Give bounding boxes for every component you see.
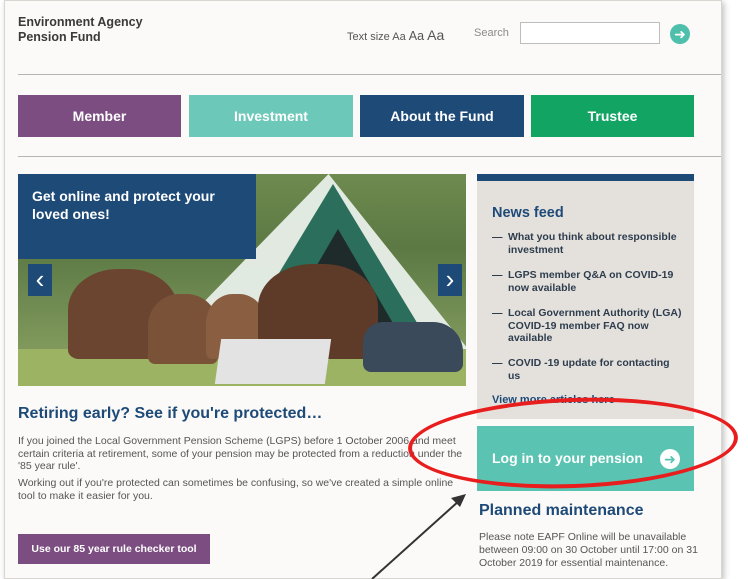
news-item-text[interactable]: LGPS member Q&A on COVID-19 now availabl… [508,269,683,294]
carousel-next-chevron-icon[interactable]: › [438,264,462,296]
text-size-large[interactable]: Aa [427,27,444,43]
nav-member[interactable]: Member [18,95,181,137]
maintenance-title: Planned maintenance [479,502,644,519]
text-size-small[interactable]: Aa [392,31,405,43]
hero-caption[interactable]: Get online and protect your loved ones! [18,174,256,259]
logo-line-1: Environment Agency [18,15,143,29]
article-paragraph: Working out if you're protected can some… [18,477,454,502]
85-year-rule-checker-button[interactable]: Use our 85 year rule checker tool [18,534,210,564]
text-size-medium[interactable]: Aa [409,29,424,43]
text-size-control: Text size Aa Aa Aa [347,27,444,43]
article-title[interactable]: Retiring early? See if you're protected… [18,405,322,423]
hero-image-bag [363,322,463,372]
dash-icon: — [492,357,503,369]
page: Environment Agency Pension Fund Text siz… [4,0,722,579]
hero-carousel[interactable]: Get online and protect your loved ones! … [18,174,466,386]
dash-icon: — [492,231,503,243]
logo-line-2: Pension Fund [18,30,101,44]
dash-icon: — [492,269,503,281]
text-size-label: Text size [347,31,390,43]
news-item-text[interactable]: Local Government Authority (LGA) COVID-1… [508,307,683,345]
nav-investment[interactable]: Investment [189,95,353,137]
divider [18,156,721,157]
divider [18,74,721,75]
search-label: Search [474,27,509,39]
news-feed-panel: News feed — What you think about respons… [477,174,694,419]
nav-trustee[interactable]: Trustee [531,95,694,137]
article-paragraph: If you joined the Local Government Pensi… [18,435,463,472]
search-input[interactable] [520,22,660,44]
carousel-prev-chevron-icon[interactable]: ‹ [28,264,52,296]
maintenance-text: Please note EAPF Online will be unavaila… [479,531,698,569]
dash-icon: — [492,307,503,319]
site-logo[interactable]: Environment Agency Pension Fund [18,15,143,45]
hero-image-laptop [214,339,332,384]
search-submit-arrow-icon[interactable]: ➜ [670,24,690,44]
news-item-text[interactable]: COVID -19 update for contacting us [508,357,683,382]
news-feed-title: News feed [492,205,564,221]
nav-about-the-fund[interactable]: About the Fund [360,95,524,137]
news-item-text[interactable]: What you think about responsible investm… [508,231,683,256]
